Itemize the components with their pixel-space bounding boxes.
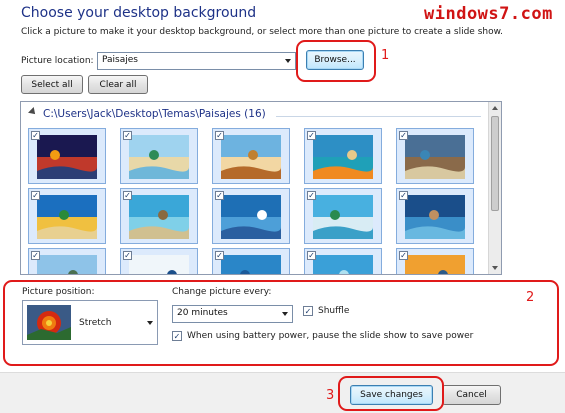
thumbnail-checkbox[interactable]: ✓ — [123, 251, 132, 260]
thumbnail-checkbox[interactable]: ✓ — [215, 251, 224, 260]
picture-location-select[interactable]: Paisajes — [97, 52, 296, 70]
thumbnail-checkbox[interactable]: ✓ — [307, 131, 316, 140]
folder-path: C:\Users\Jack\Desktop\Temas\Paisajes (16… — [43, 108, 266, 120]
thumbnail-tile[interactable]: ✓ — [304, 248, 382, 274]
thumbnail-image — [221, 135, 281, 179]
thumbnail-checkbox[interactable]: ✓ — [31, 131, 40, 140]
battery-pause-checkbox[interactable]: ✓ — [172, 331, 182, 341]
picture-position-value: Stretch — [79, 318, 112, 328]
chevron-down-icon — [282, 312, 288, 316]
picture-gallery: C:\Users\Jack\Desktop\Temas\Paisajes (16… — [20, 101, 502, 275]
cancel-button[interactable]: Cancel — [442, 385, 501, 405]
thumbnail-checkbox[interactable]: ✓ — [307, 251, 316, 260]
thumbnail-tile[interactable]: ✓ — [304, 128, 382, 184]
instructions-text: Click a picture to make it your desktop … — [21, 27, 504, 37]
thumbnail-checkbox[interactable]: ✓ — [399, 191, 408, 200]
thumbnail-checkbox[interactable]: ✓ — [31, 251, 40, 260]
picture-position-select[interactable]: Stretch — [22, 300, 158, 345]
thumbnail-checkbox[interactable]: ✓ — [399, 131, 408, 140]
chevron-down-icon — [147, 321, 153, 325]
thumbnail-image — [313, 135, 373, 179]
change-picture-label: Change picture every: — [172, 287, 272, 297]
thumbnail-tile[interactable]: ✓ — [120, 248, 198, 274]
thumbnail-tile[interactable]: ✓ — [396, 188, 474, 244]
annotation-box-3 — [338, 376, 444, 411]
thumbnail-checkbox[interactable]: ✓ — [307, 191, 316, 200]
thumbnail-checkbox[interactable]: ✓ — [399, 251, 408, 260]
shuffle-checkbox[interactable]: ✓ — [303, 306, 313, 316]
scroll-thumb[interactable] — [491, 116, 499, 211]
thumbnail-tile[interactable]: ✓ — [396, 248, 474, 274]
annotation-number-3: 3 — [326, 388, 335, 403]
thumbnail-image — [313, 195, 373, 239]
flower-icon — [27, 305, 71, 340]
annotation-number-2: 2 — [526, 290, 535, 305]
thumbnail-tile[interactable]: ✓ — [120, 128, 198, 184]
shuffle-label: Shuffle — [318, 306, 350, 316]
thumbnail-tile[interactable]: ✓ — [212, 248, 290, 274]
folder-divider — [276, 116, 481, 117]
select-all-button[interactable]: Select all — [21, 75, 83, 94]
watermark: windows7.com — [424, 4, 553, 24]
picture-location-value: Paisajes — [102, 55, 138, 65]
thumbnail-tile[interactable]: ✓ — [212, 128, 290, 184]
scroll-down-icon[interactable] — [492, 266, 498, 270]
thumbnail-checkbox[interactable]: ✓ — [215, 191, 224, 200]
thumbnail-tile[interactable]: ✓ — [212, 188, 290, 244]
clear-all-button[interactable]: Clear all — [88, 75, 148, 94]
thumbnail-image — [221, 255, 281, 274]
gallery-scrollbar[interactable] — [488, 102, 501, 274]
thumbnail-checkbox[interactable]: ✓ — [123, 131, 132, 140]
thumbnail-image — [405, 135, 465, 179]
thumbnail-image — [129, 195, 189, 239]
picture-location-label: Picture location: — [21, 56, 94, 66]
thumbnail-tile[interactable]: ✓ — [28, 128, 106, 184]
picture-position-label: Picture position: — [22, 287, 95, 297]
annotation-number-1: 1 — [381, 48, 390, 63]
thumbnail-tile[interactable]: ✓ — [396, 128, 474, 184]
thumbnail-tile[interactable]: ✓ — [120, 188, 198, 244]
thumbnail-checkbox[interactable]: ✓ — [215, 131, 224, 140]
page-title: Choose your desktop background — [21, 5, 257, 21]
folder-group-header[interactable]: C:\Users\Jack\Desktop\Temas\Paisajes (16… — [28, 107, 266, 120]
annotation-box-1 — [296, 40, 376, 82]
thumbnail-image — [405, 195, 465, 239]
thumbnail-image — [37, 255, 97, 274]
thumbnail-tile[interactable]: ✓ — [28, 188, 106, 244]
thumbnail-tile[interactable]: ✓ — [28, 248, 106, 274]
thumbnail-image — [405, 255, 465, 274]
thumbnail-tile[interactable]: ✓ — [304, 188, 382, 244]
change-picture-interval-select[interactable]: 20 minutes — [172, 305, 293, 323]
thumbnail-image — [129, 255, 189, 274]
thumbnail-image — [313, 255, 373, 274]
thumbnail-image — [221, 195, 281, 239]
thumbnail-checkbox[interactable]: ✓ — [123, 191, 132, 200]
change-picture-interval-value: 20 minutes — [177, 308, 228, 318]
scroll-up-icon[interactable] — [492, 106, 498, 110]
battery-pause-label: When using battery power, pause the slid… — [187, 331, 474, 341]
chevron-down-icon — [285, 59, 291, 63]
collapse-arrow-icon — [28, 107, 38, 117]
thumbnail-image — [37, 195, 97, 239]
thumbnail-checkbox[interactable]: ✓ — [31, 191, 40, 200]
thumbnail-image — [37, 135, 97, 179]
thumbnail-image — [129, 135, 189, 179]
